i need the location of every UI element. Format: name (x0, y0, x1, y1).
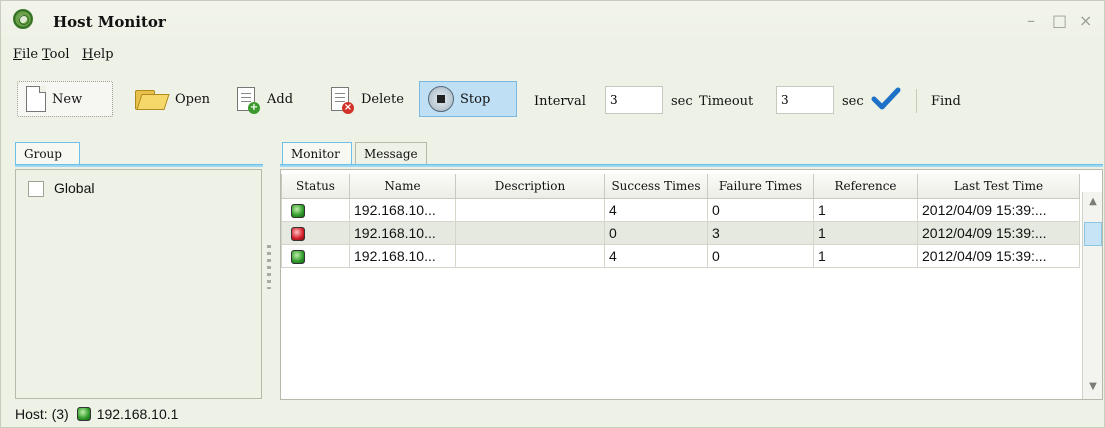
scroll-down-icon[interactable]: ▼ (1086, 381, 1100, 395)
status-cell (281, 220, 350, 245)
interval-label: Interval (534, 94, 586, 109)
table-scrollbar[interactable]: ▲ ▼ (1082, 192, 1102, 399)
menu-tool[interactable]: Tool (42, 47, 69, 62)
reference-cell: 1 (813, 220, 918, 245)
add-button[interactable]: + Add (229, 81, 301, 117)
delete-sheet-icon: × (331, 87, 354, 114)
group-item-global[interactable]: Global (54, 180, 94, 196)
table-row[interactable]: 192.168.10... 4 0 1 2012/04/09 15:39:... (281, 197, 1080, 222)
last-test-cell: 2012/04/09 15:39:... (917, 220, 1080, 245)
description-cell (455, 220, 605, 245)
reference-cell: 1 (813, 197, 918, 222)
new-document-icon (26, 86, 46, 112)
failure-cell: 0 (707, 243, 814, 268)
delete-button[interactable]: × Delete (323, 81, 412, 117)
toolbar-divider (916, 89, 917, 113)
new-button[interactable]: New (17, 81, 113, 117)
open-button[interactable]: Open (127, 81, 218, 117)
scroll-thumb[interactable] (1084, 222, 1102, 246)
reference-cell: 1 (813, 243, 918, 268)
failure-cell: 3 (707, 220, 814, 245)
minimize-button[interactable]: – (1027, 11, 1035, 30)
name-cell: 192.168.10... (349, 220, 456, 245)
checkmark-icon[interactable] (871, 87, 901, 111)
column-header-last-test-time[interactable]: Last Test Time (917, 174, 1080, 199)
column-header-reference[interactable]: Reference (813, 174, 918, 199)
toolbar: New Open + Add × Delete Stop Interval se… (1, 73, 1104, 127)
host-status-icon (76, 407, 91, 421)
app-logo-icon (13, 9, 33, 29)
status-fail-icon (291, 226, 305, 241)
add-sheet-icon: + (237, 87, 260, 114)
column-header-description[interactable]: Description (455, 174, 605, 199)
table-row[interactable]: 192.168.10... 4 0 1 2012/04/09 15:39:... (281, 243, 1080, 268)
find-button[interactable]: Find (931, 94, 961, 109)
global-checkbox[interactable] (28, 181, 44, 197)
group-tab-underline (15, 164, 263, 167)
name-cell: 192.168.10... (349, 243, 456, 268)
menu-bar: File Tool Help (1, 41, 1104, 65)
timeout-label: Timeout (699, 94, 754, 109)
tab-group[interactable]: Group (15, 142, 80, 166)
status-cell (281, 197, 350, 222)
host-monitor-window: Host Monitor – □ × File Tool Help New Op… (0, 0, 1105, 428)
success-cell: 4 (604, 243, 708, 268)
host-count-label: Host: (3) (15, 406, 69, 422)
status-ok-icon (291, 203, 305, 218)
interval-unit: sec (671, 94, 693, 109)
maximize-button[interactable]: □ (1052, 11, 1067, 30)
table-header-row: Status Name Description Success Times Fa… (281, 174, 1080, 199)
host-ip-label: 192.168.10.1 (96, 406, 179, 422)
column-header-name[interactable]: Name (349, 174, 456, 199)
host-table: Status Name Description Success Times Fa… (280, 169, 1103, 400)
last-test-cell: 2012/04/09 15:39:... (917, 197, 1080, 222)
description-cell (455, 197, 605, 222)
status-cell (281, 243, 350, 268)
tab-message[interactable]: Message (355, 142, 427, 166)
column-header-success-times[interactable]: Success Times (604, 174, 708, 199)
column-header-failure-times[interactable]: Failure Times (707, 174, 814, 199)
menu-file[interactable]: File (13, 47, 38, 62)
panel-splitter-handle[interactable] (267, 245, 271, 289)
last-test-cell: 2012/04/09 15:39:... (917, 243, 1080, 268)
status-bar: Host: (3) 192.168.10.1 (15, 406, 178, 422)
timeout-input[interactable] (776, 86, 834, 114)
monitor-tab-underline (280, 164, 1103, 167)
host-table-grid: Status Name Description Success Times Fa… (281, 174, 1080, 268)
close-button[interactable]: × (1079, 11, 1092, 30)
scroll-up-icon[interactable]: ▲ (1086, 196, 1100, 210)
failure-cell: 0 (707, 197, 814, 222)
status-ok-icon (291, 249, 305, 264)
title-bar: Host Monitor – □ × (1, 1, 1104, 41)
window-title: Host Monitor (53, 13, 166, 31)
interval-input[interactable] (605, 86, 663, 114)
stop-icon (428, 86, 454, 112)
success-cell: 4 (604, 197, 708, 222)
menu-help[interactable]: Help (82, 47, 114, 62)
timeout-unit: sec (842, 94, 864, 109)
group-panel: Global (15, 169, 262, 399)
success-cell: 0 (604, 220, 708, 245)
table-row[interactable]: 192.168.10... 0 3 1 2012/04/09 15:39:... (281, 220, 1080, 245)
stop-button[interactable]: Stop (419, 81, 517, 117)
column-header-status[interactable]: Status (281, 174, 350, 199)
description-cell (455, 243, 605, 268)
name-cell: 192.168.10... (349, 197, 456, 222)
folder-icon (135, 88, 170, 110)
tab-monitor[interactable]: Monitor (282, 142, 352, 166)
